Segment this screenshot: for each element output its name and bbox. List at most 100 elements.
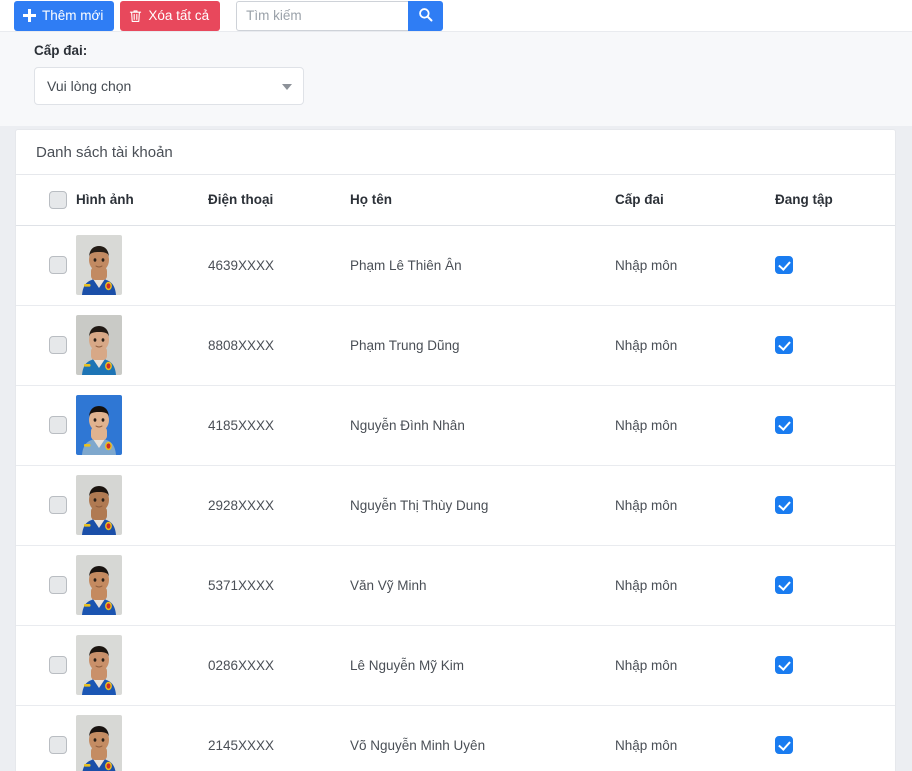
table-head: Hình ảnh Điện thoại Họ tên Cấp đai Đang … xyxy=(16,175,895,225)
table-row: 5371XXXXVăn Vỹ MinhNhập môn xyxy=(16,545,895,625)
header-fullname: Họ tên xyxy=(350,175,615,225)
header-image: Hình ảnh xyxy=(76,175,208,225)
row-training-checkbox[interactable] xyxy=(775,736,793,754)
row-select-cell xyxy=(16,305,76,385)
table-row: 2928XXXXNguyễn Thị Thùy DungNhập môn xyxy=(16,465,895,545)
search-input[interactable] xyxy=(236,1,408,31)
card-title: Danh sách tài khoản xyxy=(16,130,895,175)
filter-panel: Cấp đai: Vui lòng chọn xyxy=(0,31,912,126)
row-belt: Nhập môn xyxy=(615,305,775,385)
avatar xyxy=(76,475,122,535)
delete-all-button[interactable]: Xóa tất cả xyxy=(120,1,220,31)
row-training-checkbox[interactable] xyxy=(775,576,793,594)
header-select-all-cell xyxy=(16,175,76,225)
row-phone: 8808XXXX xyxy=(208,305,350,385)
row-training-checkbox[interactable] xyxy=(775,656,793,674)
row-belt: Nhập môn xyxy=(615,625,775,705)
header-training: Đang tập xyxy=(775,175,895,225)
header-phone: Điện thoại xyxy=(208,175,350,225)
avatar xyxy=(76,395,122,455)
row-fullname: Nguyễn Thị Thùy Dung xyxy=(350,465,615,545)
row-avatar-cell xyxy=(76,705,208,771)
avatar xyxy=(76,635,122,695)
chevron-down-icon xyxy=(282,84,292,90)
row-select-cell xyxy=(16,705,76,771)
row-select-checkbox[interactable] xyxy=(49,256,67,274)
row-select-checkbox[interactable] xyxy=(49,496,67,514)
row-avatar-cell xyxy=(76,545,208,625)
belt-filter-select[interactable]: Vui lòng chọn xyxy=(34,67,304,105)
row-fullname: Lê Nguyễn Mỹ Kim xyxy=(350,625,615,705)
row-select-cell xyxy=(16,385,76,465)
avatar xyxy=(76,235,122,295)
avatar xyxy=(76,315,122,375)
select-all-checkbox[interactable] xyxy=(49,191,67,209)
row-belt: Nhập môn xyxy=(615,465,775,545)
add-new-label: Thêm mới xyxy=(42,9,103,23)
row-fullname: Văn Vỹ Minh xyxy=(350,545,615,625)
row-select-cell xyxy=(16,225,76,305)
plus-icon xyxy=(23,9,36,22)
row-training-checkbox[interactable] xyxy=(775,256,793,274)
row-training-checkbox[interactable] xyxy=(775,336,793,354)
row-training-cell xyxy=(775,465,895,545)
row-select-cell xyxy=(16,465,76,545)
avatar xyxy=(76,715,122,771)
account-table: Hình ảnh Điện thoại Họ tên Cấp đai Đang … xyxy=(16,175,895,771)
row-belt: Nhập môn xyxy=(615,385,775,465)
row-avatar-cell xyxy=(76,305,208,385)
row-select-checkbox[interactable] xyxy=(49,736,67,754)
row-fullname: Nguyễn Đình Nhân xyxy=(350,385,615,465)
row-select-cell xyxy=(16,545,76,625)
table-row: 0286XXXXLê Nguyễn Mỹ KimNhập môn xyxy=(16,625,895,705)
row-belt: Nhập môn xyxy=(615,225,775,305)
row-training-cell xyxy=(775,305,895,385)
row-phone: 4185XXXX xyxy=(208,385,350,465)
avatar xyxy=(76,555,122,615)
table-row: 4185XXXXNguyễn Đình NhânNhập môn xyxy=(16,385,895,465)
row-select-checkbox[interactable] xyxy=(49,656,67,674)
row-fullname: Phạm Trung Dũng xyxy=(350,305,615,385)
page-root: Thêm mới Xóa tất cả Cấp xyxy=(0,0,912,771)
row-training-cell xyxy=(775,625,895,705)
table-header-row: Hình ảnh Điện thoại Họ tên Cấp đai Đang … xyxy=(16,175,895,225)
row-avatar-cell xyxy=(76,625,208,705)
row-avatar-cell xyxy=(76,225,208,305)
row-phone: 2928XXXX xyxy=(208,465,350,545)
row-belt: Nhập môn xyxy=(615,545,775,625)
row-phone: 5371XXXX xyxy=(208,545,350,625)
table-row: 2145XXXXVõ Nguyễn Minh UyênNhập môn xyxy=(16,705,895,771)
row-select-checkbox[interactable] xyxy=(49,336,67,354)
row-fullname: Võ Nguyễn Minh Uyên xyxy=(350,705,615,771)
row-phone: 0286XXXX xyxy=(208,625,350,705)
header-belt: Cấp đai xyxy=(615,175,775,225)
table-row: 4639XXXXPhạm Lê Thiên ÂnNhập môn xyxy=(16,225,895,305)
trash-icon xyxy=(129,9,142,23)
row-training-cell xyxy=(775,705,895,771)
search-button[interactable] xyxy=(408,1,443,31)
row-training-cell xyxy=(775,225,895,305)
table-row: 8808XXXXPhạm Trung DũngNhập môn xyxy=(16,305,895,385)
row-phone: 4639XXXX xyxy=(208,225,350,305)
row-avatar-cell xyxy=(76,385,208,465)
table-body: 4639XXXXPhạm Lê Thiên ÂnNhập môn8808XXXX… xyxy=(16,225,895,771)
toolbar: Thêm mới Xóa tất cả xyxy=(0,0,912,31)
row-select-checkbox[interactable] xyxy=(49,576,67,594)
row-fullname: Phạm Lê Thiên Ân xyxy=(350,225,615,305)
row-training-cell xyxy=(775,545,895,625)
row-select-checkbox[interactable] xyxy=(49,416,67,434)
row-training-checkbox[interactable] xyxy=(775,416,793,434)
row-training-cell xyxy=(775,385,895,465)
row-avatar-cell xyxy=(76,465,208,545)
row-phone: 2145XXXX xyxy=(208,705,350,771)
add-new-button[interactable]: Thêm mới xyxy=(14,1,114,31)
delete-all-label: Xóa tất cả xyxy=(148,9,209,23)
search-icon xyxy=(418,7,433,25)
row-training-checkbox[interactable] xyxy=(775,496,793,514)
row-select-cell xyxy=(16,625,76,705)
account-list-card: Danh sách tài khoản Hình ảnh Điện thoại … xyxy=(15,129,896,771)
belt-filter-label: Cấp đai: xyxy=(34,43,912,58)
search-group xyxy=(236,1,443,31)
row-belt: Nhập môn xyxy=(615,705,775,771)
belt-filter-value: Vui lòng chọn xyxy=(47,78,131,94)
